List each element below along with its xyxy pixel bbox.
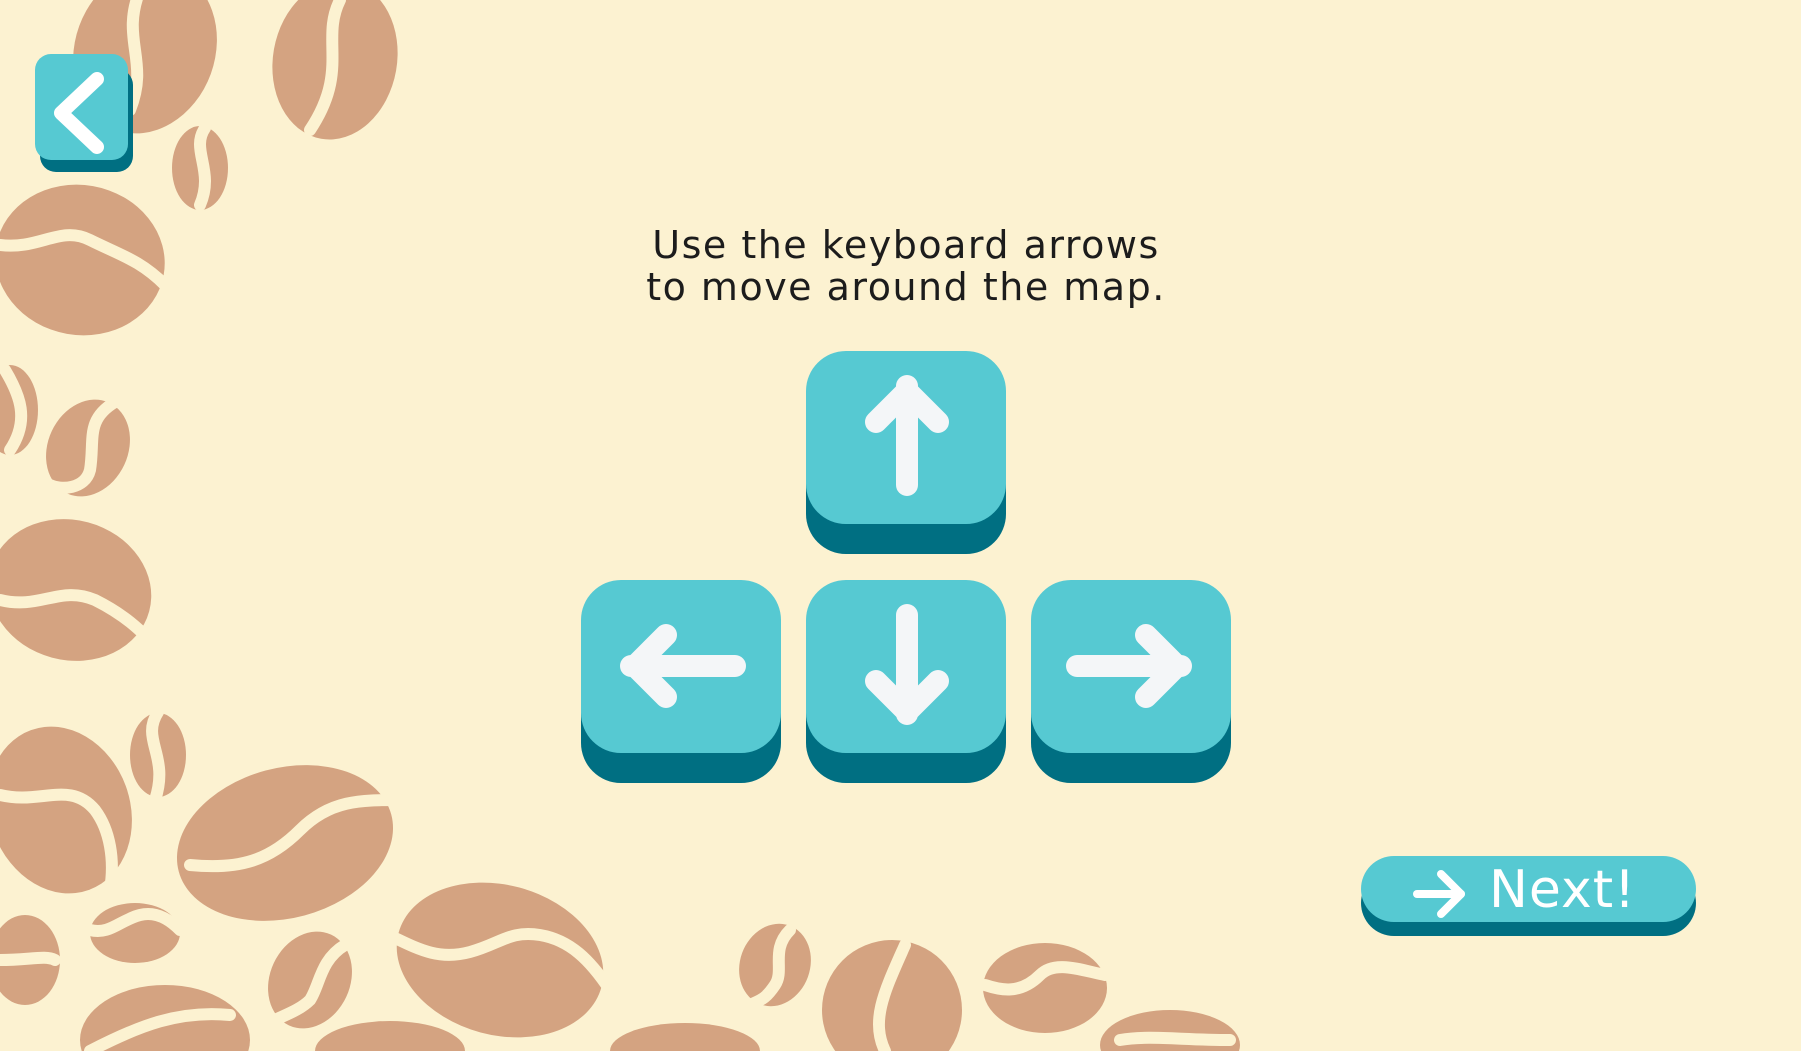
instructions-line-1: Use the keyboard arrows — [652, 223, 1160, 267]
arrow-up-icon — [865, 375, 949, 496]
arrow-key-left — [581, 580, 781, 783]
arrow-key-down — [806, 580, 1006, 783]
chevron-left-icon — [54, 72, 104, 154]
instructions-line-2: to move around the map. — [646, 265, 1166, 309]
instructions-text: Use the keyboard arrows to move around t… — [600, 224, 1212, 308]
next-button-label: Next! — [1489, 860, 1636, 920]
arrow-down-icon — [865, 604, 949, 725]
arrow-right-icon — [1413, 870, 1465, 918]
next-button[interactable]: Next! — [1361, 856, 1696, 936]
arrow-key-up — [806, 351, 1006, 554]
arrow-key-right — [1031, 580, 1231, 783]
arrow-right-icon — [1066, 624, 1192, 708]
arrow-left-icon — [620, 624, 746, 708]
back-button[interactable] — [35, 54, 133, 172]
